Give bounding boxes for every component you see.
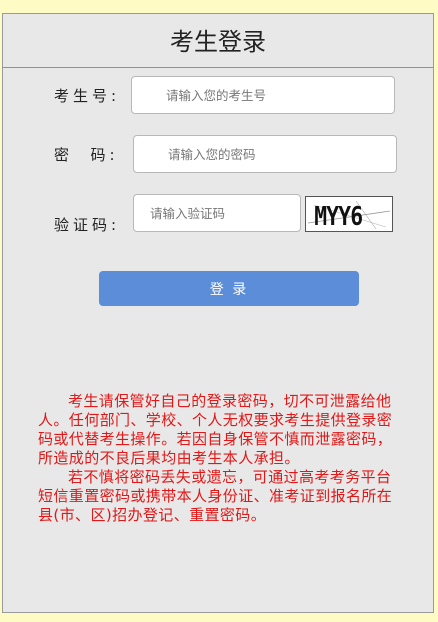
page-title: 考生登录 — [3, 14, 433, 68]
notice-paragraph: 考生请保管好自己的登录密码，切不可泄露给他人。任何部门、学校、个人无权要求考生提… — [38, 392, 393, 467]
exam-number-label: 考生号: — [54, 87, 121, 105]
password-input[interactable] — [133, 135, 397, 173]
notice-text: 考生请保管好自己的登录密码，切不可泄露给他人。任何部门、学校、个人无权要求考生提… — [38, 392, 398, 525]
captcha-input[interactable] — [133, 194, 301, 232]
captcha-label: 验证码: — [54, 216, 121, 234]
login-panel: 考生登录 考生号: 密 码: 验证码: MYY6 登 录 考生请保管好自己的登录… — [2, 13, 434, 613]
captcha-noise: MYY6 — [307, 200, 391, 231]
password-label: 密 码: — [54, 146, 119, 164]
captcha-image[interactable]: MYY6 — [305, 196, 393, 232]
notice-paragraph: 若不慎将密码丢失或遗忘，可通过高考考务平台短信重置密码或携带本人身份证、准考证到… — [38, 468, 393, 524]
exam-number-row: 考生号: — [3, 76, 433, 116]
password-row: 密 码: — [3, 135, 433, 175]
captcha-text: MYY6 — [314, 201, 363, 231]
login-button[interactable]: 登 录 — [99, 271, 359, 306]
captcha-row: 验证码: MYY6 — [3, 194, 433, 234]
exam-number-input[interactable] — [131, 76, 395, 114]
